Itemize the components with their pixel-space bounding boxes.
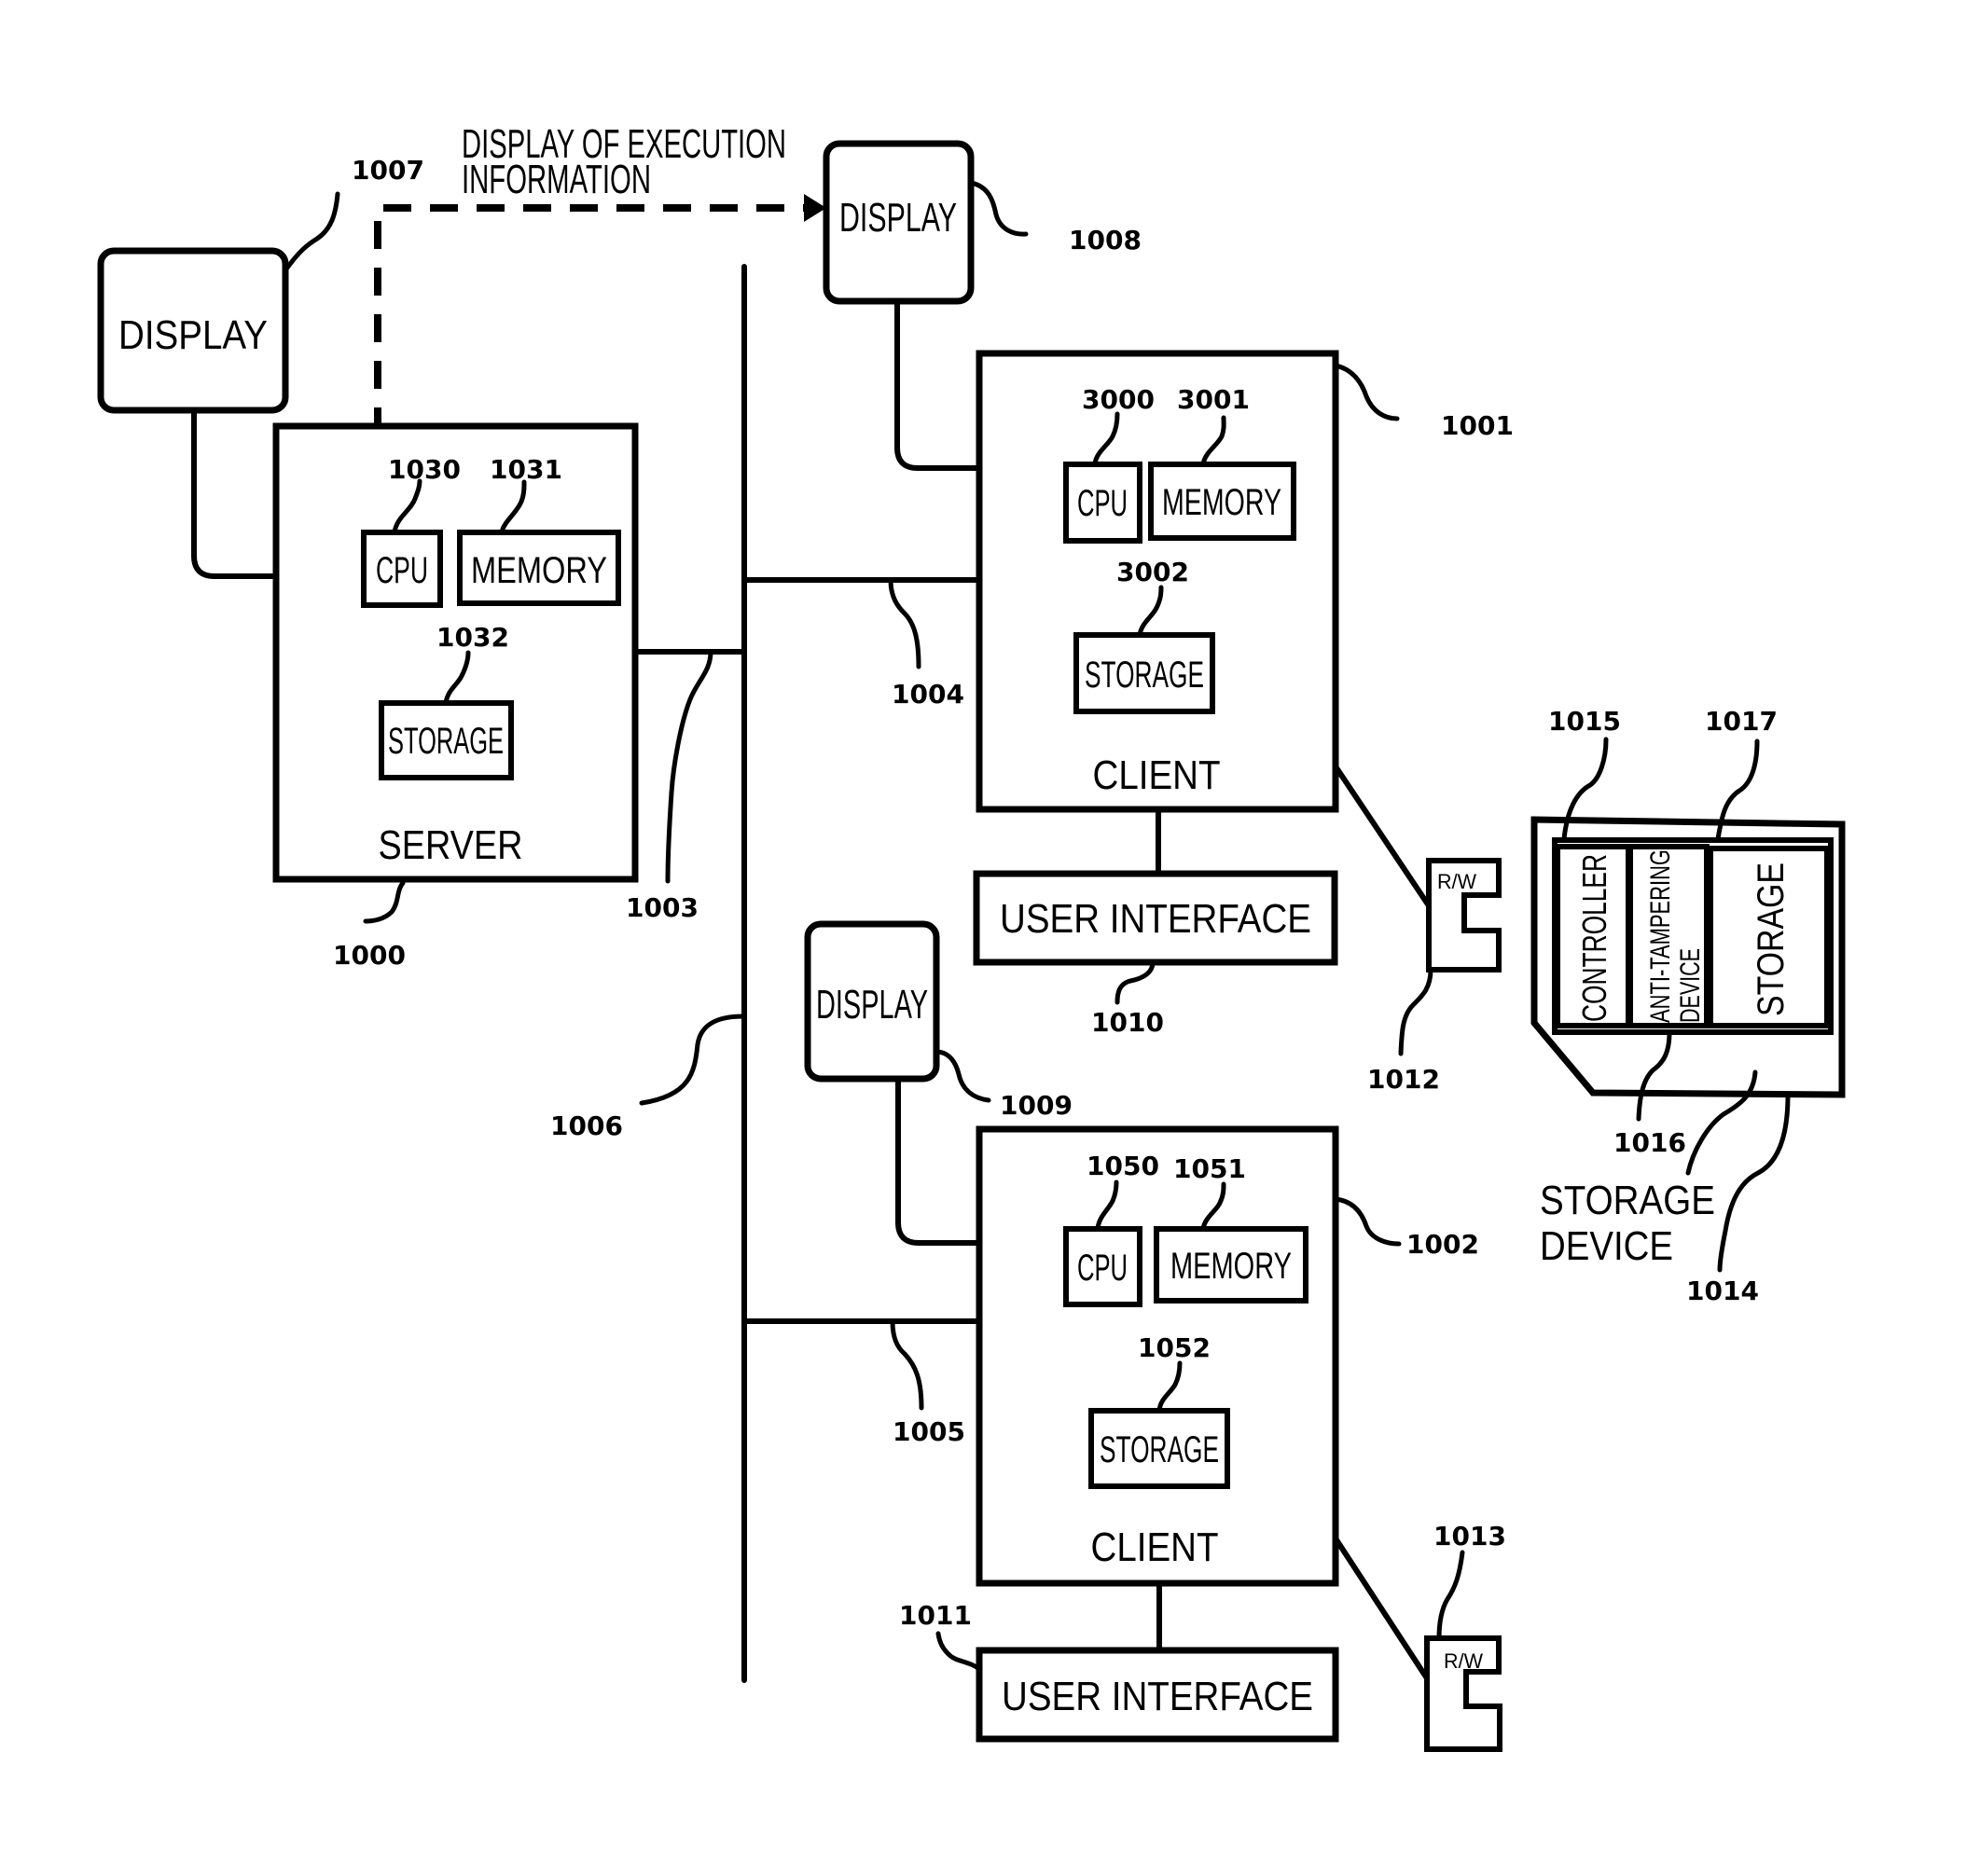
server-display-label: DISPLAY (118, 312, 268, 358)
client1-user-interface-ref: 1010 (1091, 1007, 1164, 1038)
client2-memory-ref: 1051 (1173, 1153, 1246, 1184)
client1-storage-ref: 3002 (1116, 557, 1189, 587)
client1-ref-leader (1333, 363, 1400, 421)
execution-info-text-line2: INFORMATION (462, 157, 651, 202)
client2-display-label: DISPLAY (816, 982, 928, 1028)
device-storage-ref: 1017 (1705, 706, 1778, 737)
client2-display-connector (895, 1076, 982, 1246)
server-memory-ref: 1031 (490, 454, 562, 485)
server-network-ref: 1003 (626, 892, 699, 923)
client2-storage-ref: 1052 (1138, 1332, 1211, 1363)
client1-reader-ref: 1012 (1367, 1064, 1440, 1095)
client2-display-ref-leader (934, 1049, 991, 1103)
client2-reader-link (1333, 1536, 1430, 1681)
controller-ref: 1015 (1548, 706, 1621, 737)
client2-reader-label: R/W (1444, 1649, 1483, 1673)
server-storage-label: STORAGE (388, 721, 504, 762)
client2-memory-label: MEMORY (1170, 1246, 1292, 1287)
client1-cpu-ref: 3000 (1082, 384, 1155, 415)
system-block-diagram: 1006 DISPLAY OF EXECUTION INFORMATION DI… (97, 121, 1846, 1752)
client1-display-connector (894, 298, 982, 471)
server-storage-ref: 1032 (436, 622, 509, 653)
client1-ref: 1001 (1441, 410, 1514, 441)
client2-display-ref: 1009 (1000, 1090, 1073, 1121)
server-ref-leader (363, 880, 406, 924)
client1-display-label: DISPLAY (839, 195, 957, 241)
client2-ui-ref-leader (935, 1631, 982, 1672)
arrowhead-icon (804, 194, 826, 222)
client1-cpu-label: CPU (1077, 483, 1128, 524)
device-storage-label: STORAGE (1751, 862, 1792, 1016)
client2-user-interface-label: USER INTERFACE (1002, 1674, 1313, 1719)
server-cpu-label: CPU (376, 550, 428, 591)
client1-memory-label: MEMORY (1162, 482, 1281, 523)
client1-display-ref: 1008 (1069, 225, 1142, 255)
client2-cpu-ref: 1050 (1087, 1151, 1159, 1181)
client1-ui-ref-leader (1115, 959, 1156, 1005)
storage-device-ref-leader (1717, 1093, 1791, 1273)
client2-reader-ref: 1013 (1433, 1521, 1506, 1552)
anti-tampering-label-line2: DEVICE (1675, 948, 1706, 1023)
server-cpu-ref: 1030 (388, 454, 461, 485)
server-memory-label: MEMORY (471, 550, 607, 591)
client2-ref: 1002 (1406, 1229, 1479, 1260)
server-network-ref-leader (665, 649, 713, 884)
client2-network-ref-leader (890, 1318, 924, 1411)
server-display-ref-leader (283, 191, 340, 273)
server-label: SERVER (379, 822, 523, 868)
client2-network-ref: 1005 (893, 1416, 965, 1447)
storage-device-label-line1: STORAGE (1540, 1178, 1715, 1223)
execution-info-annotation: DISPLAY OF EXECUTION INFORMATION (462, 121, 786, 202)
client2-reader-ref-leader (1436, 1550, 1465, 1641)
client1-reader-label: R/W (1437, 870, 1476, 893)
client1-storage-label: STORAGE (1085, 655, 1204, 696)
client1-label: CLIENT (1093, 752, 1221, 798)
server-display-ref: 1007 (352, 155, 424, 186)
server-display-connector (191, 407, 279, 579)
client2-user-interface-ref: 1011 (899, 1600, 972, 1631)
network-ref: 1006 (550, 1110, 623, 1141)
client1-network-ref: 1004 (892, 679, 964, 710)
client1-reader-link (1333, 764, 1431, 907)
client1-network-ref-leader (888, 577, 921, 669)
client2-storage-label: STORAGE (1100, 1429, 1219, 1470)
client1-display-ref-leader (968, 180, 1029, 237)
anti-tampering-label-line1: ANTI-TAMPERING (1645, 849, 1676, 1023)
server-box (272, 422, 639, 883)
server-ref: 1000 (333, 940, 406, 971)
client1-user-interface-label: USER INTERFACE (1000, 896, 1311, 942)
storage-device-label-line2: DEVICE (1540, 1223, 1673, 1269)
client1-reader-ref-leader (1398, 967, 1433, 1056)
storage-device-ref: 1014 (1686, 1276, 1759, 1306)
controller-label: CONTROLLER (1575, 854, 1613, 1022)
network-ref-leader (639, 1014, 746, 1106)
client1-memory-ref: 3001 (1177, 384, 1250, 415)
anti-tampering-ref: 1016 (1613, 1127, 1686, 1158)
client2-label: CLIENT (1091, 1524, 1219, 1570)
client2-ref-leader (1333, 1196, 1402, 1247)
client2-cpu-label: CPU (1077, 1248, 1128, 1289)
